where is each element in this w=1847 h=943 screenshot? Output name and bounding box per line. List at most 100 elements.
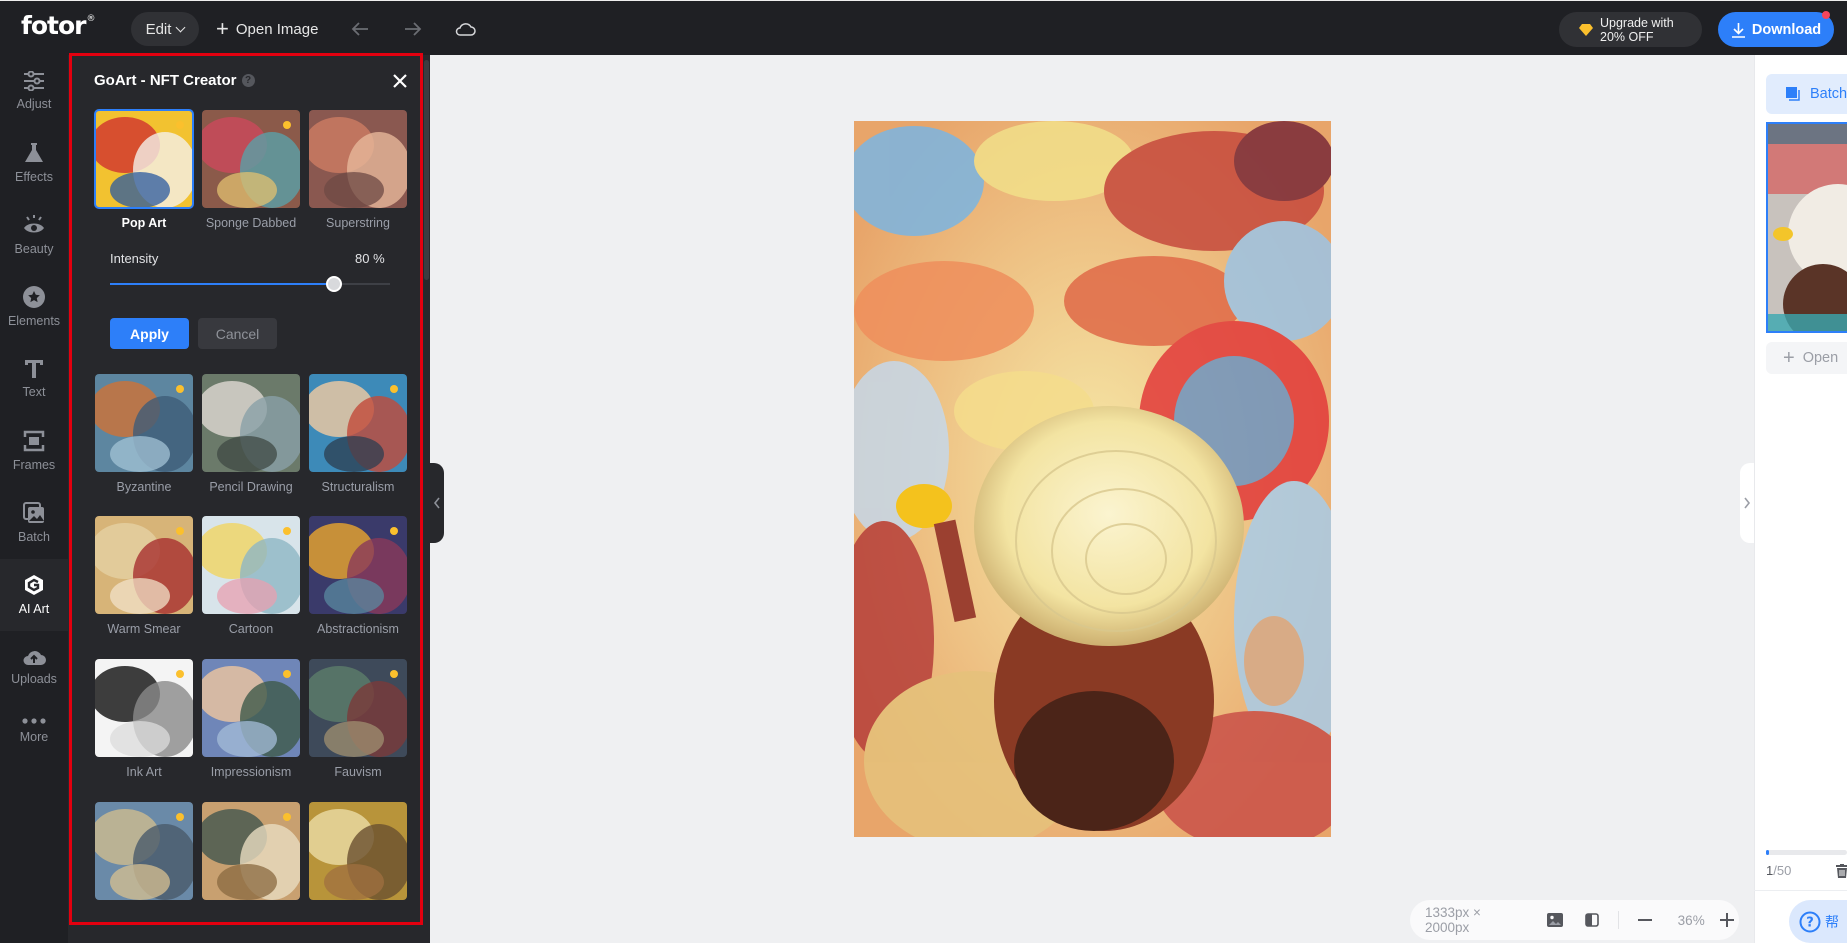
sidebar-item-text[interactable]: Text	[0, 343, 68, 415]
batch-label: Batch	[1810, 86, 1847, 102]
style-thumbnail[interactable]	[202, 802, 300, 900]
trash-icon[interactable]	[1836, 864, 1847, 883]
panel-title-text: GoArt - NFT Creator	[94, 72, 237, 89]
premium-badge-icon	[176, 527, 184, 535]
edit-menu-button[interactable]: Edit	[131, 12, 199, 46]
zoom-level: 36%	[1677, 912, 1705, 928]
intensity-label: Intensity	[110, 251, 159, 266]
sidebar-label: More	[19, 730, 49, 744]
redo-arrow-icon[interactable]	[399, 15, 427, 43]
style-thumbnail[interactable]	[95, 659, 193, 757]
text-t-icon	[25, 360, 43, 378]
sidebar-item-ai-art[interactable]: AI Art	[0, 559, 68, 631]
sidebar-label: Text	[22, 385, 46, 399]
batch-button[interactable]: Batch	[1766, 74, 1847, 114]
flask-icon	[25, 143, 43, 162]
style-thumbnail[interactable]	[309, 659, 407, 757]
style-thumbnail[interactable]	[95, 516, 193, 614]
download-label: Download	[1751, 21, 1822, 38]
premium-badge-icon	[176, 670, 184, 678]
style-label: Abstractionism	[317, 622, 399, 636]
sidebar-item-uploads[interactable]: Uploads	[0, 631, 68, 703]
frame-icon	[23, 430, 45, 452]
upgrade-button[interactable]: Upgrade with 20% OFF	[1559, 12, 1702, 47]
sidebar-label: Elements	[7, 314, 61, 328]
style-thumbnail[interactable]	[309, 374, 407, 472]
style-thumbnail[interactable]	[202, 659, 300, 757]
intensity-slider[interactable]	[110, 274, 390, 294]
close-icon[interactable]	[389, 70, 411, 92]
sidebar-label: Effects	[15, 170, 53, 184]
style-thumbnail[interactable]	[95, 802, 193, 900]
style-thumbnail[interactable]	[202, 374, 300, 472]
style-thumbnail[interactable]	[95, 374, 193, 472]
sidebar-item-effects[interactable]: Effects	[0, 127, 68, 199]
sidebar-item-beauty[interactable]: Beauty	[0, 199, 68, 271]
zoom-in-icon[interactable]	[1715, 908, 1739, 932]
canvas-bottom-bar: 1333px × 2000px 36%	[1410, 900, 1739, 940]
style-thumbnail[interactable]	[202, 516, 300, 614]
premium-badge-icon	[283, 670, 291, 678]
image-thumbnail[interactable]	[1766, 122, 1847, 333]
eye-icon	[24, 215, 44, 233]
style-thumbnail[interactable]	[309, 110, 407, 208]
sidebar-label: Beauty	[14, 242, 54, 256]
cancel-button[interactable]: Cancel	[198, 318, 277, 349]
star-circle-icon	[23, 286, 45, 308]
sidebar-label: Frames	[12, 458, 56, 472]
goart-logo-icon	[25, 575, 43, 595]
slider-knob[interactable]	[326, 276, 342, 292]
divider	[1754, 890, 1847, 891]
sidebar-item-batch[interactable]: Batch	[0, 487, 68, 559]
image-count: 1/50	[1766, 863, 1791, 878]
zoom-out-icon[interactable]	[1633, 908, 1657, 932]
help-label: 帮	[1825, 913, 1839, 930]
logo-text: fotor	[21, 11, 87, 40]
help-button[interactable]: ? 帮	[1789, 900, 1847, 943]
undo-arrow-icon[interactable]	[346, 15, 374, 43]
style-label: Byzantine	[116, 480, 172, 494]
help-icon[interactable]: ?	[241, 74, 255, 87]
premium-badge-icon	[390, 527, 398, 535]
style-label: Pop Art	[121, 216, 167, 230]
style-thumbnail[interactable]	[309, 802, 407, 900]
style-thumbnail[interactable]	[94, 109, 194, 209]
premium-badge-icon	[390, 385, 398, 393]
download-button[interactable]: Download	[1718, 12, 1834, 47]
edit-label: Edit	[145, 20, 172, 38]
style-label: Impressionism	[210, 765, 292, 779]
cloud-icon[interactable]	[451, 15, 479, 43]
image-fit-icon[interactable]	[1543, 908, 1567, 932]
compare-icon[interactable]	[1580, 908, 1604, 932]
open-image-button[interactable]: + Open Image	[216, 12, 318, 46]
sidebar-item-frames[interactable]: Frames	[0, 415, 68, 487]
plus-icon: +	[216, 16, 229, 41]
style-preview-image	[309, 802, 407, 900]
panel-scrollbar[interactable]	[424, 60, 429, 280]
chevron-right-icon	[1744, 497, 1751, 509]
premium-badge-icon	[283, 813, 291, 821]
sidebar-item-adjust[interactable]: Adjust	[0, 55, 68, 127]
open-button[interactable]: + Open	[1766, 342, 1847, 374]
sidebar-label: Adjust	[16, 97, 52, 111]
canvas-image[interactable]	[854, 121, 1331, 837]
style-thumbnail[interactable]	[202, 110, 300, 208]
upgrade-line1: Upgrade with	[1600, 15, 1674, 30]
more-dots-icon	[22, 718, 46, 724]
style-label: Structuralism	[321, 480, 395, 494]
collapse-panel-button[interactable]	[430, 463, 444, 543]
open-label: Open	[1802, 350, 1839, 366]
style-label: Cartoon	[228, 622, 274, 636]
left-sidebar: Adjust Effects Beauty Elements Text Fram…	[0, 55, 68, 943]
style-thumbnail[interactable]	[309, 516, 407, 614]
count-total: /50	[1773, 863, 1792, 878]
style-preview-image	[202, 374, 300, 472]
sliders-icon	[24, 71, 44, 91]
sidebar-item-elements[interactable]: Elements	[0, 271, 68, 343]
open-image-label: Open Image	[235, 20, 319, 38]
sidebar-item-more[interactable]: More	[0, 695, 68, 767]
collapse-right-panel-button[interactable]	[1740, 463, 1754, 543]
style-label: Pencil Drawing	[209, 480, 293, 494]
apply-button[interactable]: Apply	[110, 318, 189, 349]
fotor-logo[interactable]: fotor®	[21, 11, 96, 40]
